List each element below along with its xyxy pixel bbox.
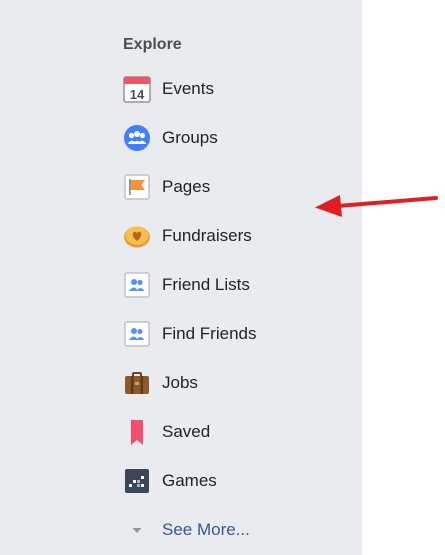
briefcase-icon <box>120 366 154 400</box>
nav-item-saved[interactable]: Saved <box>120 407 256 456</box>
calendar-icon: 14 <box>120 72 154 106</box>
nav-item-jobs[interactable]: Jobs <box>120 358 256 407</box>
flag-icon <box>120 170 154 204</box>
friend-list-icon <box>120 268 154 302</box>
nav-label-games: Games <box>162 470 217 490</box>
games-icon <box>120 464 154 498</box>
calendar-day: 14 <box>130 87 145 102</box>
nav-label-friend-lists: Friend Lists <box>162 274 250 294</box>
nav-item-groups[interactable]: Groups <box>120 113 256 162</box>
red-arrow-icon <box>315 195 438 217</box>
nav-item-fundraisers[interactable]: Fundraisers <box>120 211 256 260</box>
nav-label-find-friends: Find Friends <box>162 323 257 343</box>
bookmark-icon <box>120 415 154 449</box>
see-more-label: See More... <box>162 519 250 539</box>
nav-item-games[interactable]: Games <box>120 456 256 505</box>
explore-sidebar: Explore 14 Events Groups Pages Fundraise… <box>0 0 362 555</box>
see-more-link[interactable]: See More... <box>120 505 256 554</box>
find-friends-icon <box>120 317 154 351</box>
caret-down-icon <box>120 513 154 547</box>
fundraiser-heart-icon <box>120 219 154 253</box>
explore-nav-list: 14 Events Groups Pages Fundraisers Frien… <box>120 64 256 554</box>
nav-label-jobs: Jobs <box>162 372 198 392</box>
nav-item-friend-lists[interactable]: Friend Lists <box>120 260 256 309</box>
nav-item-events[interactable]: 14 Events <box>120 64 256 113</box>
nav-label-fundraisers: Fundraisers <box>162 225 252 245</box>
nav-label-pages: Pages <box>162 176 211 196</box>
nav-label-saved: Saved <box>162 421 211 441</box>
nav-label-events: Events <box>162 78 214 98</box>
nav-item-pages[interactable]: Pages <box>120 162 256 211</box>
groups-icon <box>120 121 154 155</box>
nav-item-find-friends[interactable]: Find Friends <box>120 309 256 358</box>
section-title: Explore <box>123 36 182 53</box>
nav-label-groups: Groups <box>162 127 218 147</box>
